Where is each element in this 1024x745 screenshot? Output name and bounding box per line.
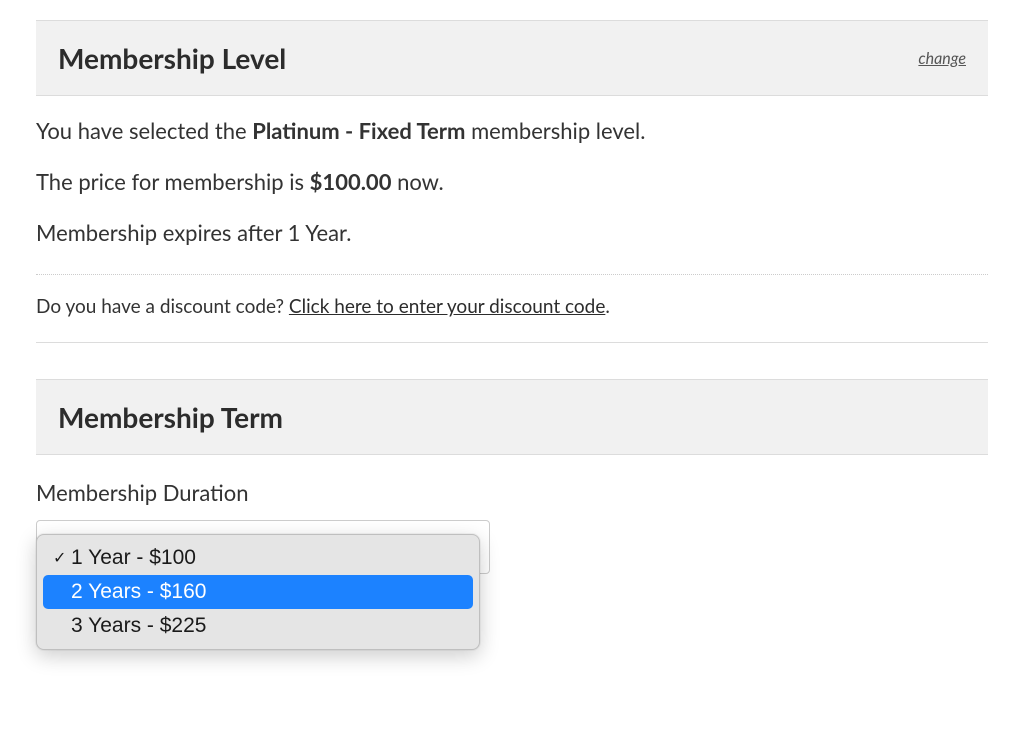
selected-level-suffix: membership level. xyxy=(465,117,645,144)
change-level-link[interactable]: change xyxy=(918,49,966,68)
membership-term-body: Membership Duration ✓ 1 Year - $100 2 Ye… xyxy=(36,455,988,574)
check-icon: ✓ xyxy=(53,548,71,568)
selected-level-line: You have selected the Platinum - Fixed T… xyxy=(36,96,988,147)
duration-option-label: 3 Years - $225 xyxy=(71,614,206,638)
duration-label: Membership Duration xyxy=(36,479,988,506)
duration-option-2[interactable]: 2 Years - $160 xyxy=(43,575,473,609)
price-suffix: now. xyxy=(391,168,443,195)
level-info: You have selected the Platinum - Fixed T… xyxy=(36,96,988,248)
membership-level-heading: Membership Level xyxy=(58,41,286,75)
duration-option-label: 2 Years - $160 xyxy=(71,580,206,604)
discount-code-link[interactable]: Click here to enter your discount code xyxy=(289,295,605,318)
membership-term-section: Membership Term Membership Duration ✓ 1 … xyxy=(36,379,988,574)
selected-level-prefix: You have selected the xyxy=(36,117,252,144)
price-line: The price for membership is $100.00 now. xyxy=(36,147,988,198)
duration-option-3[interactable]: 3 Years - $225 xyxy=(43,609,473,643)
duration-dropdown: ✓ 1 Year - $100 2 Years - $160 3 Years -… xyxy=(36,534,480,650)
membership-level-header: Membership Level change xyxy=(36,20,988,96)
selected-level-name: Platinum - Fixed Term xyxy=(252,117,465,144)
discount-line: Do you have a discount code? Click here … xyxy=(36,295,988,318)
membership-term-heading: Membership Term xyxy=(58,400,283,434)
discount-prompt: Do you have a discount code? xyxy=(36,295,289,318)
duration-option-1[interactable]: ✓ 1 Year - $100 xyxy=(43,541,473,575)
price-value: $100.00 xyxy=(310,168,392,195)
duration-select-wrapper: ✓ 1 Year - $100 2 Years - $160 3 Years -… xyxy=(36,520,490,574)
membership-level-section: Membership Level change You have selecte… xyxy=(36,20,988,343)
membership-level-body: You have selected the Platinum - Fixed T… xyxy=(36,96,988,343)
expiry-line: Membership expires after 1 Year. xyxy=(36,198,988,249)
price-prefix: The price for membership is xyxy=(36,168,310,195)
discount-period: . xyxy=(605,295,609,318)
duration-option-label: 1 Year - $100 xyxy=(71,546,196,570)
dotted-divider xyxy=(36,274,988,275)
membership-term-header: Membership Term xyxy=(36,379,988,455)
